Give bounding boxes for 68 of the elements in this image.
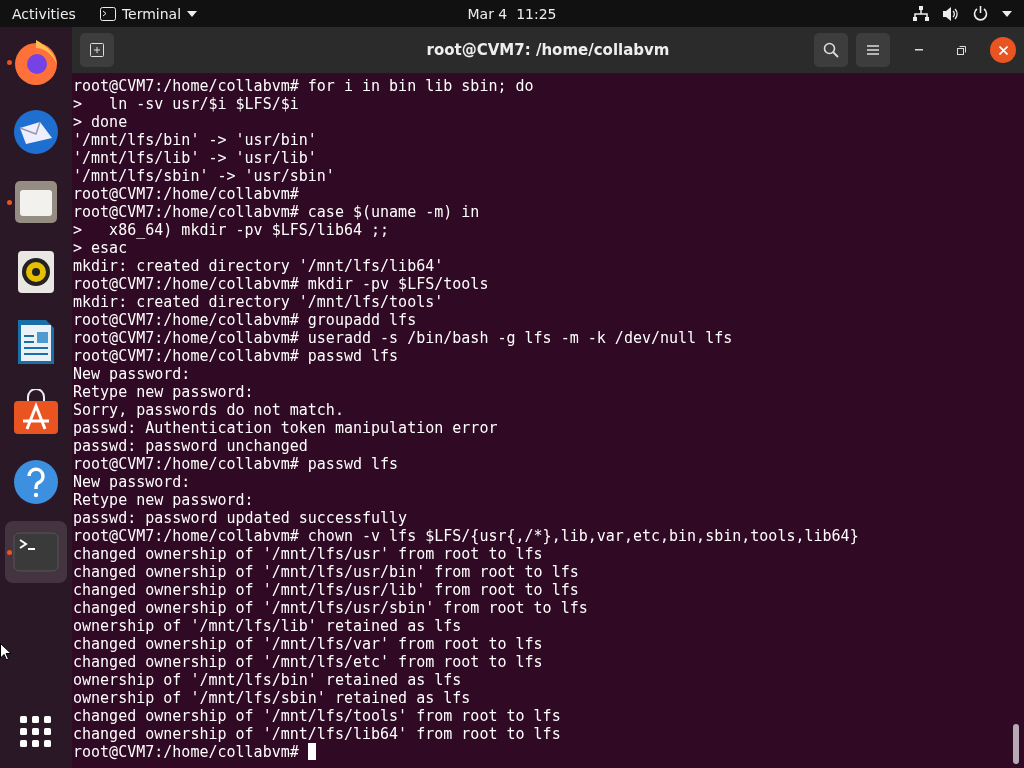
terminal-line: Retype new password:	[73, 491, 254, 509]
terminal-line: Sorry, passwords do not match.	[73, 401, 344, 419]
terminal-line: ownership of '/mnt/lfs/sbin' retained as lfs	[73, 689, 471, 707]
close-icon	[998, 45, 1008, 55]
terminal-line: changed ownership of '/mnt/lfs/usr' from root to lfs	[73, 545, 543, 563]
terminal-line: root@CVM7:/home/collabvm#	[73, 185, 299, 203]
menu-icon	[867, 45, 879, 55]
menu-button[interactable]	[856, 33, 890, 67]
restore-icon	[956, 45, 966, 55]
terminal-icon	[13, 532, 59, 572]
terminal-line: changed ownership of '/mnt/lfs/var' from root to lfs	[73, 635, 543, 653]
terminal-line: changed ownership of '/mnt/lfs/etc' from root to lfs	[73, 653, 543, 671]
terminal-line: root@CVM7:/home/collabvm# chown -v lfs $LFS/{usr{,/*},lib,var,etc,bin,sbin,tools,lib64}	[73, 527, 859, 545]
terminal-line: > x86_64) mkdir -pv $LFS/lib64 ;;	[73, 221, 390, 239]
shopping-bag-icon	[13, 389, 59, 435]
speaker-icon	[17, 250, 55, 294]
terminal-icon	[99, 6, 116, 21]
terminal-prompt: root@CVM7:/home/collabvm#	[73, 743, 316, 761]
terminal-line: ownership of '/mnt/lfs/lib' retained as lfs	[73, 617, 462, 635]
terminal-line: changed ownership of '/mnt/lfs/lib64' from root to lfs	[73, 725, 561, 743]
terminal-line: root@CVM7:/home/collabvm# case $(uname -m) in	[73, 203, 480, 221]
app-grid-icon[interactable]	[20, 716, 52, 748]
terminal-line: root@CVM7:/home/collabvm# groupadd lfs	[73, 311, 417, 329]
terminal-line: passwd: password updated successfully	[73, 509, 408, 527]
help-icon	[13, 459, 59, 505]
terminal-line: changed ownership of '/mnt/lfs/tools' from root to lfs	[73, 707, 561, 725]
app-menu[interactable]: Terminal	[87, 0, 210, 27]
terminal-line: root@CVM7:/home/collabvm# for i in bin lib sbin; do	[73, 77, 534, 95]
terminal-line: mkdir: created directory '/mnt/lfs/tools'	[73, 293, 444, 311]
terminal-line: mkdir: created directory '/mnt/lfs/lib64'	[73, 257, 444, 275]
terminal-line: '/mnt/lfs/bin' -> 'usr/bin'	[73, 131, 317, 149]
terminal-line: root@CVM7:/home/collabvm# passwd lfs	[73, 347, 399, 365]
document-icon	[17, 319, 55, 365]
new-tab-icon	[90, 43, 104, 57]
terminal-line: > ln -sv usr/$i $LFS/$i	[73, 95, 299, 113]
terminal-line: > done	[73, 113, 128, 131]
mail-icon	[12, 108, 60, 156]
new-tab-button[interactable]	[80, 33, 114, 67]
caret-icon	[187, 10, 198, 17]
activities-button[interactable]: Activities	[12, 5, 76, 22]
terminal-line: root@CVM7:/home/collabvm# passwd lfs	[73, 455, 399, 473]
scrollbar-thumb[interactable]	[1013, 724, 1019, 764]
terminal-line: root@CVM7:/home/collabvm# useradd -s /bin/bash -g lfs -m -k /dev/null lfs	[73, 329, 733, 347]
mouse-pointer-icon	[0, 643, 12, 661]
terminal-line: New password:	[73, 365, 191, 383]
minimize-icon	[915, 49, 923, 51]
terminal-line: New password:	[73, 473, 191, 491]
search-icon	[823, 42, 839, 58]
volume-icon[interactable]	[943, 6, 959, 21]
terminal-line: changed ownership of '/mnt/lfs/usr/lib' from root to lfs	[73, 581, 579, 599]
caret-icon[interactable]	[1002, 10, 1012, 17]
terminal-line: root@CVM7:/home/collabvm# mkdir -pv $LFS/tools	[73, 275, 489, 293]
terminal-line: passwd: password unchanged	[73, 437, 308, 455]
terminal-line: '/mnt/lfs/lib' -> 'usr/lib'	[73, 149, 317, 167]
search-button[interactable]	[814, 33, 848, 67]
terminal-line: ownership of '/mnt/lfs/bin' retained as lfs	[73, 671, 462, 689]
terminal-line: > esac	[73, 239, 128, 257]
close-button[interactable]	[990, 37, 1016, 63]
power-icon[interactable]	[973, 6, 988, 21]
terminal-line: changed ownership of '/mnt/lfs/usr/bin' from root to lfs	[73, 563, 579, 581]
network-icon[interactable]	[913, 6, 929, 21]
terminal-line: Retype new password:	[73, 383, 254, 401]
terminal-line: changed ownership of '/mnt/lfs/usr/sbin' from root to lfs	[73, 599, 588, 617]
terminal-line: '/mnt/lfs/sbin' -> 'usr/sbin'	[73, 167, 335, 185]
terminal-line: passwd: Authentication token manipulation error	[73, 419, 498, 437]
folder-icon	[14, 180, 58, 224]
clock[interactable]: Mar 4 11:25	[467, 5, 557, 22]
window-title: root@CVM7: /home/collabvm	[426, 41, 670, 59]
